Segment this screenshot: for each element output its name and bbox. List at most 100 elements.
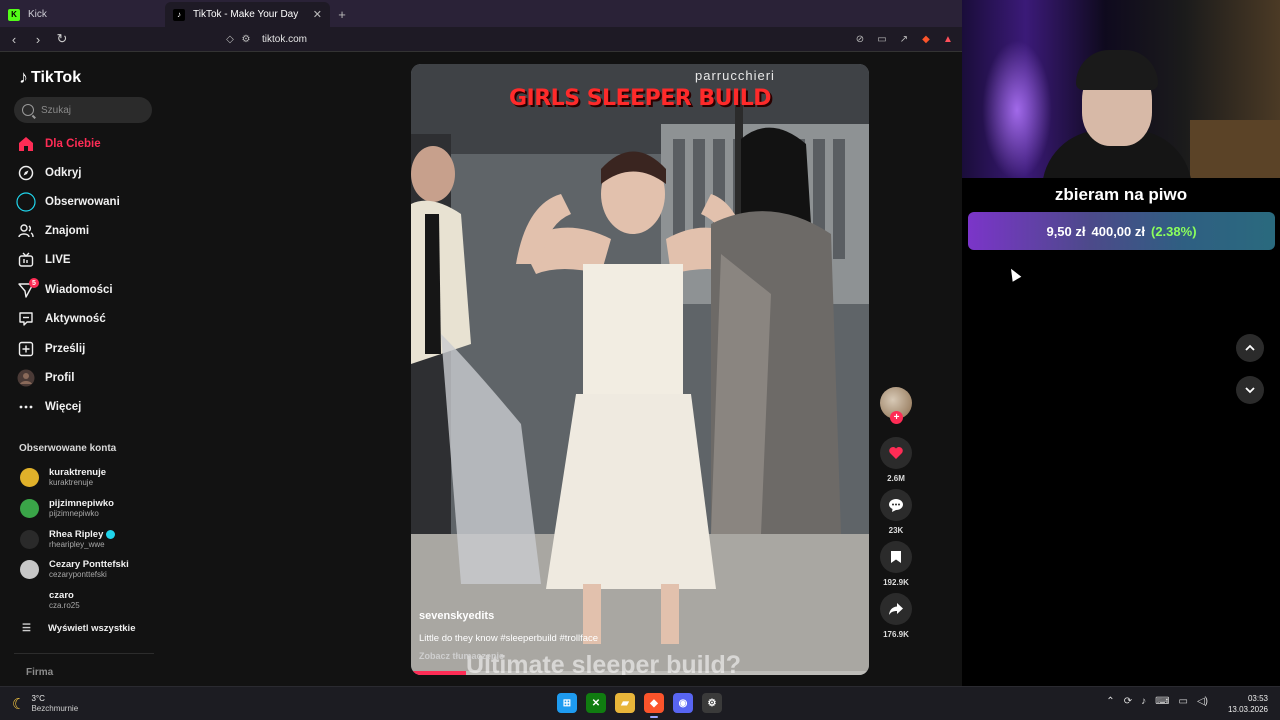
translate-link[interactable]: Zobacz tłumaczenie	[419, 651, 504, 661]
account-handle: rhearipley_wwe	[49, 539, 105, 549]
sidebar-item-profil[interactable]: Profil	[16, 367, 74, 389]
nav-label: Obserwowani	[45, 196, 120, 208]
tab-kick[interactable]: K Kick	[0, 2, 165, 27]
like-action[interactable]: 2.6M	[880, 437, 912, 483]
account-name: Rhea Ripley	[49, 528, 104, 540]
heart-icon[interactable]	[880, 437, 912, 469]
site-settings-icon[interactable]: ⚙	[238, 32, 254, 48]
search-input[interactable]	[41, 104, 141, 116]
sidebar-item-przeslij[interactable]: Prześlij	[16, 338, 85, 360]
search-box[interactable]	[14, 97, 152, 123]
followed-account[interactable]: Cezary Ponttefski cezaryponttefski	[20, 555, 129, 583]
message-count-badge: 5	[29, 278, 39, 288]
browser-toolbar: ‹ › ↻ ◇ ⚙ tiktok.com ⊘ ▭ ↗ ◆ ▲	[0, 27, 962, 52]
comment-icon[interactable]	[880, 489, 912, 521]
new-tab-button[interactable]: +	[330, 2, 354, 27]
like-count: 2.6M	[887, 474, 905, 483]
previous-video-button[interactable]	[1236, 334, 1264, 362]
show-all-button[interactable]: ☰ Wyświetl wszystkie	[22, 623, 135, 634]
sidebar-item-odkryj[interactable]: Odkryj	[16, 162, 81, 184]
nav-label: Dla Ciebie	[45, 138, 101, 150]
keyboard-icon[interactable]: ⌨	[1155, 696, 1169, 707]
video-author[interactable]: sevenskyedits	[419, 610, 494, 622]
discord-icon[interactable]: ◉	[673, 693, 693, 713]
followed-account[interactable]: kuraktrenuje kuraktrenuje	[20, 463, 106, 491]
sync-icon[interactable]: ⟳	[1124, 696, 1132, 707]
reload-button[interactable]: ↻	[52, 29, 72, 49]
tiktok-logo[interactable]: ♪ TikTok	[19, 67, 81, 88]
xbox-icon[interactable]: ✕	[586, 693, 606, 713]
followed-account[interactable]: pijzimnepiwko pijzimnepiwko	[20, 494, 114, 522]
store-sign: parrucchieri	[695, 68, 775, 83]
tab-tiktok[interactable]: ♪ TikTok - Make Your Day ✕	[165, 2, 330, 27]
follow-button[interactable]: +	[890, 411, 903, 424]
followed-account[interactable]: czaro cza.ro25	[20, 586, 80, 614]
forward-button[interactable]: ›	[28, 29, 48, 49]
file-explorer-icon[interactable]: ▰	[615, 693, 635, 713]
followed-account[interactable]: Rhea Ripley rhearipley_wwe	[20, 525, 116, 553]
system-clock[interactable]: 03:53 13.03.2026	[1228, 693, 1268, 715]
webcam-overlay	[962, 0, 1280, 178]
nav-label: Profil	[45, 372, 75, 384]
avatar	[20, 498, 39, 518]
video-player[interactable]: parrucchieri GIRLS SLEEPER BUILD Ultimat…	[411, 64, 869, 675]
messages-icon: 5	[16, 278, 39, 300]
sidebar-item-znajomi[interactable]: Znajomi	[16, 220, 89, 242]
footer-link-firma[interactable]: Firma	[26, 667, 53, 678]
save-action[interactable]: 192.9K	[880, 541, 912, 587]
live-icon	[16, 250, 36, 270]
clock-date: 13.03.2026	[1227, 705, 1268, 714]
avatar	[20, 590, 39, 610]
brave-shield-icon[interactable]: ◆	[918, 32, 934, 48]
brave-browser-icon[interactable]: ◆	[644, 693, 664, 718]
bookmark-icon[interactable]	[880, 541, 912, 573]
weather-widget[interactable]: ☾ 3°C Bezchmurnie	[12, 694, 78, 714]
tiktok-note-icon: ♪	[19, 67, 28, 87]
sidebar-item-wiadomosci[interactable]: 5 Wiadomości	[16, 278, 113, 301]
more-icon	[16, 397, 36, 417]
nav-label: Aktywność	[45, 313, 106, 325]
sidebar-item-wiecej[interactable]: Więcej	[16, 396, 81, 418]
sidebar-item-live[interactable]: LIVE	[16, 249, 71, 271]
video-progress-bar[interactable]	[411, 671, 869, 675]
back-button[interactable]: ‹	[4, 29, 24, 49]
brave-rewards-icon[interactable]: ▲	[940, 32, 956, 48]
sidebar: ♪ TikTok Dla Ciebie Odk	[0, 53, 165, 686]
taskbar-apps: ⊞ ✕ ▰ ◆ ◉ ⚙	[557, 693, 722, 718]
windows-start-icon[interactable]: ⊞	[557, 693, 577, 713]
address-bar[interactable]: ◇ ⚙ tiktok.com	[222, 27, 307, 52]
chevron-up-icon[interactable]: ⌃	[1106, 696, 1114, 707]
moon-icon: ☾	[12, 696, 26, 713]
nav-label: Więcej	[45, 401, 82, 413]
system-tray: ⌃ ⟳ ♪ ⌨ ▭ ◁)	[1106, 696, 1208, 707]
goal-percent: (2.38%)	[1151, 223, 1197, 239]
chevron-up-icon	[1245, 344, 1255, 351]
monitor-icon[interactable]: ▭	[1179, 696, 1188, 707]
compass-icon	[16, 163, 36, 183]
volume-icon[interactable]: ◁)	[1197, 696, 1208, 707]
share-action[interactable]: 176.9K	[880, 593, 912, 639]
sidebar-item-obserwowani[interactable]: Obserwowani	[16, 191, 120, 213]
bookmark-icon[interactable]: ◇	[222, 32, 238, 48]
microphone-icon[interactable]: ♪	[1141, 696, 1146, 707]
url-text[interactable]: tiktok.com	[262, 34, 307, 45]
pip-icon[interactable]: ▭	[874, 32, 890, 48]
app-icon[interactable]: ⚙	[702, 693, 722, 713]
account-name-row: Rhea Ripley	[49, 528, 116, 540]
share-arrow-icon[interactable]	[880, 593, 912, 625]
mute-icon[interactable]: ⊘	[852, 32, 868, 48]
comment-count: 23K	[888, 526, 904, 535]
avatar	[20, 467, 39, 487]
share-icon[interactable]: ↗	[896, 32, 912, 48]
video-progress-fill	[411, 671, 466, 675]
close-tab-icon[interactable]: ✕	[313, 8, 322, 21]
nav-label: LIVE	[45, 254, 71, 266]
account-handle: cezaryponttefski	[49, 569, 107, 579]
next-video-button[interactable]	[1236, 376, 1264, 404]
video-title-overlay: GIRLS SLEEPER BUILD	[509, 86, 771, 111]
comment-action[interactable]: 23K	[880, 489, 912, 535]
sidebar-item-dla-ciebie[interactable]: Dla Ciebie	[16, 133, 101, 155]
upload-icon	[16, 339, 36, 359]
nav-label: Znajomi	[45, 225, 90, 237]
sidebar-item-aktywnosc[interactable]: Aktywność	[16, 308, 106, 330]
